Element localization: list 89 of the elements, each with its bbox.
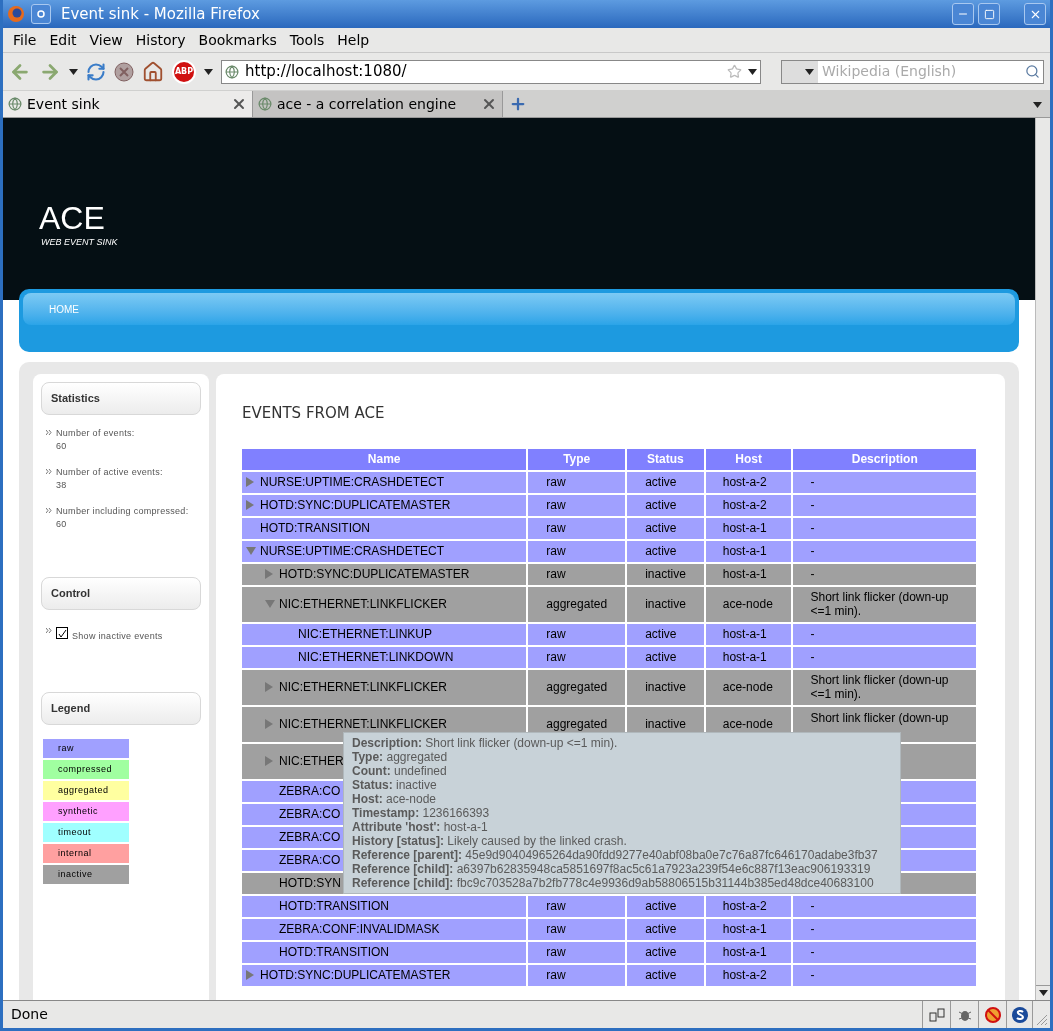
description-cell: - <box>793 517 976 539</box>
stat-label: Number of active events: <box>56 466 163 479</box>
status-cell: active <box>627 646 704 668</box>
description-cell: - <box>793 494 976 516</box>
type-cell: raw <box>528 918 626 940</box>
status-cell: active <box>627 623 704 645</box>
stat-value: 60 <box>56 440 68 453</box>
tooltip-line: Attribute 'host': host-a-1 <box>352 819 489 834</box>
type-cell: raw <box>528 964 626 986</box>
tooltip-line: Timestamp: 1236166393 <box>352 805 491 820</box>
stat-label: Number including compressed: <box>56 505 189 518</box>
legend-item: internal <box>43 844 129 863</box>
legend-item: compressed <box>43 760 129 779</box>
type-cell: raw <box>528 623 626 645</box>
column-header: Type <box>528 448 626 470</box>
window-title: Event sink - Mozilla Firefox <box>61 3 260 25</box>
tooltip-line: Type: aggregated <box>352 749 449 764</box>
host-cell: ace-node <box>705 586 792 622</box>
section-header: Statistics <box>41 382 201 415</box>
status-cell: inactive <box>627 563 704 585</box>
status-cell: inactive <box>627 586 704 622</box>
host-cell: host-a-1 <box>705 540 792 562</box>
stat-label: Number of events: <box>56 427 135 440</box>
column-header: Host <box>705 448 792 470</box>
section-header: Control <box>41 577 201 610</box>
host-cell: host-a-2 <box>705 895 792 917</box>
type-cell: raw <box>528 494 626 516</box>
tab-label: ace - a correlation engine <box>277 94 457 114</box>
tooltip-line: Reference [parent]: 45e9d90404965264da90fdd9277e40abf08ba0e7c76a87fc646170adabe3fb37 <box>352 847 879 862</box>
legend-item: inactive <box>43 865 129 884</box>
stat-value: 38 <box>56 479 68 492</box>
tooltip-line: History [status]: Likely caused by the linked crash. <box>352 833 628 848</box>
status-cell: active <box>627 964 704 986</box>
type-cell: raw <box>528 563 626 585</box>
status-cell: active <box>627 471 704 493</box>
column-header: Status <box>627 448 704 470</box>
type-cell: raw <box>528 471 626 493</box>
status-text: Done <box>11 1005 48 1024</box>
host-cell: host-a-2 <box>705 494 792 516</box>
column-header: Description <box>793 448 976 470</box>
legend-item: synthetic <box>43 802 129 821</box>
description-cell: Short link flicker (down-up <=1 min). <box>793 586 976 622</box>
column-header: Name <box>242 448 527 470</box>
type-cell: raw <box>528 895 626 917</box>
legend-item: raw <box>43 739 129 758</box>
legend-item: timeout <box>43 823 129 842</box>
host-cell: host-a-1 <box>705 517 792 539</box>
description-cell: - <box>793 964 976 986</box>
description-cell: - <box>793 563 976 585</box>
status-cell: active <box>627 941 704 963</box>
site-subtitle: WEB EVENT SINK <box>41 236 119 249</box>
description-cell: - <box>793 941 976 963</box>
host-cell: host-a-2 <box>705 471 792 493</box>
type-cell: raw <box>528 517 626 539</box>
page-heading: EVENTS FROM ACE <box>242 403 386 424</box>
tab-label: Event sink <box>27 94 100 114</box>
status-cell: active <box>627 895 704 917</box>
type-cell: raw <box>528 646 626 668</box>
host-cell: host-a-1 <box>705 563 792 585</box>
host-cell: host-a-1 <box>705 646 792 668</box>
description-cell: - <box>793 623 976 645</box>
host-cell: host-a-1 <box>705 623 792 645</box>
legend-item: aggregated <box>43 781 129 800</box>
type-cell: raw <box>528 540 626 562</box>
site-title: ACE <box>39 200 106 236</box>
host-cell: host-a-1 <box>705 941 792 963</box>
description-cell: Short link flicker (down-up <=1 min). <box>793 669 976 705</box>
host-cell: host-a-1 <box>705 918 792 940</box>
description-cell: - <box>793 471 976 493</box>
checkbox-label: Show inactive events <box>72 630 163 643</box>
type-cell: raw <box>528 941 626 963</box>
tooltip-line: Status: inactive <box>352 777 438 792</box>
status-cell: active <box>627 494 704 516</box>
section-header: Legend <box>41 692 201 725</box>
type-cell: aggregated <box>528 586 626 622</box>
status-cell: active <box>627 517 704 539</box>
tooltip-line: Count: undefined <box>352 763 448 778</box>
status-cell: active <box>627 918 704 940</box>
description-cell: - <box>793 895 976 917</box>
tooltip-line: Host: ace-node <box>352 791 438 806</box>
host-cell: host-a-2 <box>705 964 792 986</box>
status-cell: inactive <box>627 669 704 705</box>
description-cell: - <box>793 646 976 668</box>
host-cell: ace-node <box>705 669 792 705</box>
description-cell: - <box>793 918 976 940</box>
stat-value: 60 <box>56 518 68 531</box>
type-cell: aggregated <box>528 669 626 705</box>
description-cell: - <box>793 540 976 562</box>
status-cell: active <box>627 540 704 562</box>
